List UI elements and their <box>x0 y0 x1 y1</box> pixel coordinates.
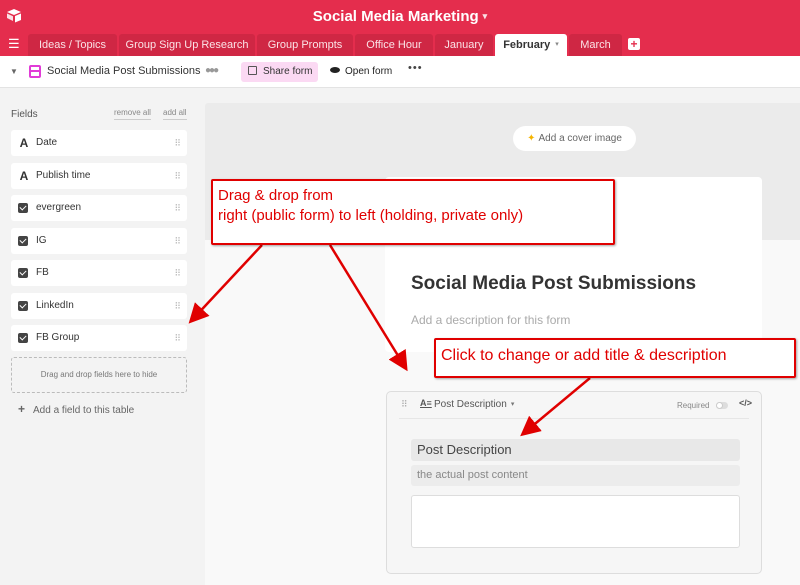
form-description[interactable]: Add a description for this form <box>411 313 570 327</box>
annotation-line-2: right (public form) to left (holding, pr… <box>218 207 524 224</box>
question-help-text-input[interactable]: the actual post content <box>411 465 740 486</box>
chevron-down-icon[interactable]: ▾ <box>555 41 559 48</box>
drag-handle-icon[interactable]: ⠿ <box>174 130 181 156</box>
table-tabs: ☰ Ideas / Topics Group Sign Up Research … <box>0 34 800 56</box>
tab-label: February <box>503 39 551 51</box>
required-label: Required <box>677 401 710 410</box>
collaborators-icon[interactable]: ●●● <box>205 65 219 76</box>
field-card-date[interactable]: A Date ⠿ <box>11 130 187 156</box>
tab-label: Office Hour <box>366 39 422 51</box>
form-view-icon <box>29 65 41 78</box>
open-form-button[interactable]: Open form <box>330 62 392 82</box>
field-card-linkedin[interactable]: LinkedIn ⠿ <box>11 293 187 319</box>
app-header: Social Media Marketing ▾ ☰ Ideas / Topics… <box>0 0 800 56</box>
checkbox-field-icon <box>18 333 28 343</box>
tab-office-hour[interactable]: Office Hour <box>355 34 433 56</box>
divider <box>399 418 749 419</box>
tab-group-sign-up-research[interactable]: Group Sign Up Research <box>119 34 255 56</box>
field-name: IG <box>36 235 47 246</box>
chevron-down-icon: ▾ <box>482 11 488 21</box>
field-card-ig[interactable]: IG ⠿ <box>11 228 187 254</box>
field-name: evergreen <box>36 202 82 213</box>
code-icon[interactable]: </> <box>739 398 752 408</box>
share-form-button[interactable]: Share form <box>241 62 318 82</box>
add-all-link[interactable]: add all <box>163 108 187 120</box>
view-name[interactable]: Social Media Post Submissions <box>47 65 200 77</box>
text-field-icon: A <box>19 169 29 183</box>
tab-label: Group Prompts <box>267 39 343 51</box>
add-cover-image-button[interactable]: ✦ Add a cover image <box>513 126 636 151</box>
form-title[interactable]: Social Media Post Submissions <box>411 273 696 295</box>
drag-handle-icon[interactable]: ⠿ <box>174 293 181 319</box>
sparkle-icon: ✦ <box>527 133 536 144</box>
field-card-publish-time[interactable]: A Publish time ⠿ <box>11 163 187 189</box>
question-field-selector[interactable]: Post Description ▾ <box>434 399 514 410</box>
tab-march[interactable]: March <box>569 34 622 56</box>
question-answer-textarea[interactable] <box>411 495 740 548</box>
more-options-icon[interactable]: ••• <box>408 62 423 74</box>
tab-label: March <box>580 39 611 51</box>
share-form-label: Share form <box>263 66 313 77</box>
open-form-label: Open form <box>345 66 393 77</box>
checkbox-field-icon <box>18 236 28 246</box>
drag-handle-icon[interactable]: ⠿ <box>174 228 181 254</box>
eye-icon <box>330 67 340 73</box>
tab-label: Group Sign Up Research <box>125 39 249 51</box>
hidden-fields-drop-zone[interactable]: Drag and drop fields here to hide <box>11 357 187 393</box>
required-toggle[interactable] <box>716 402 728 409</box>
annotation-title-description: Click to change or add title & descripti… <box>434 338 796 378</box>
field-name: LinkedIn <box>36 300 74 311</box>
collapse-sidebar-icon[interactable]: ▼ <box>10 67 18 76</box>
drag-handle-icon[interactable]: ⠿ <box>401 399 408 410</box>
checkbox-field-icon <box>18 301 28 311</box>
field-card-fb-group[interactable]: FB Group ⠿ <box>11 325 187 351</box>
drag-handle-icon[interactable]: ⠿ <box>174 260 181 286</box>
annotation-line-1: Drag & drop from <box>218 187 334 204</box>
fields-panel: Fields remove all add all A Date ⠿ A Pub… <box>0 89 200 585</box>
fields-heading: Fields <box>11 109 38 120</box>
field-name: FB <box>36 267 49 278</box>
field-name: Publish time <box>36 170 91 181</box>
chevron-down-icon: ▾ <box>510 401 515 408</box>
tab-label: Ideas / Topics <box>38 39 107 51</box>
long-text-field-icon: A≡ <box>420 398 432 408</box>
text-field-icon: A <box>19 136 29 150</box>
view-toolbar: ▼ Social Media Post Submissions ●●● Shar… <box>0 56 800 88</box>
tab-february[interactable]: February ▾ <box>495 34 567 56</box>
annotation-drag-drop: Drag & drop from right (public form) to … <box>211 179 615 245</box>
hamburger-menu-icon[interactable]: ☰ <box>8 37 20 51</box>
tab-january[interactable]: January <box>435 34 493 56</box>
add-field-button[interactable]: + Add a field to this table <box>18 402 134 416</box>
add-table-icon[interactable]: + <box>628 38 640 50</box>
checkbox-field-icon <box>18 203 28 213</box>
base-title-text: Social Media Marketing <box>312 8 479 25</box>
field-card-fb[interactable]: FB ⠿ <box>11 260 187 286</box>
checkbox-field-icon <box>18 268 28 278</box>
drag-handle-icon[interactable]: ⠿ <box>174 195 181 221</box>
share-icon <box>248 66 257 75</box>
field-name: FB Group <box>36 332 80 343</box>
base-title[interactable]: Social Media Marketing ▾ <box>0 8 800 25</box>
question-field-name: Post Description <box>434 399 507 410</box>
plus-icon: + <box>18 402 26 416</box>
form-question-card[interactable]: ⠿ A≡ Post Description ▾ Required </> Post… <box>386 391 762 574</box>
drag-handle-icon[interactable]: ⠿ <box>174 325 181 351</box>
add-field-label: Add a field to this table <box>33 405 135 416</box>
remove-all-link[interactable]: remove all <box>114 108 151 120</box>
add-cover-image-label: Add a cover image <box>538 133 622 144</box>
tab-label: January <box>444 39 484 51</box>
field-card-evergreen[interactable]: evergreen ⠿ <box>11 195 187 221</box>
drag-handle-icon[interactable]: ⠿ <box>174 163 181 189</box>
tab-ideas-topics[interactable]: Ideas / Topics <box>28 34 117 56</box>
tab-group-prompts[interactable]: Group Prompts <box>257 34 353 56</box>
question-label-input[interactable]: Post Description <box>411 439 740 461</box>
field-name: Date <box>36 137 58 148</box>
